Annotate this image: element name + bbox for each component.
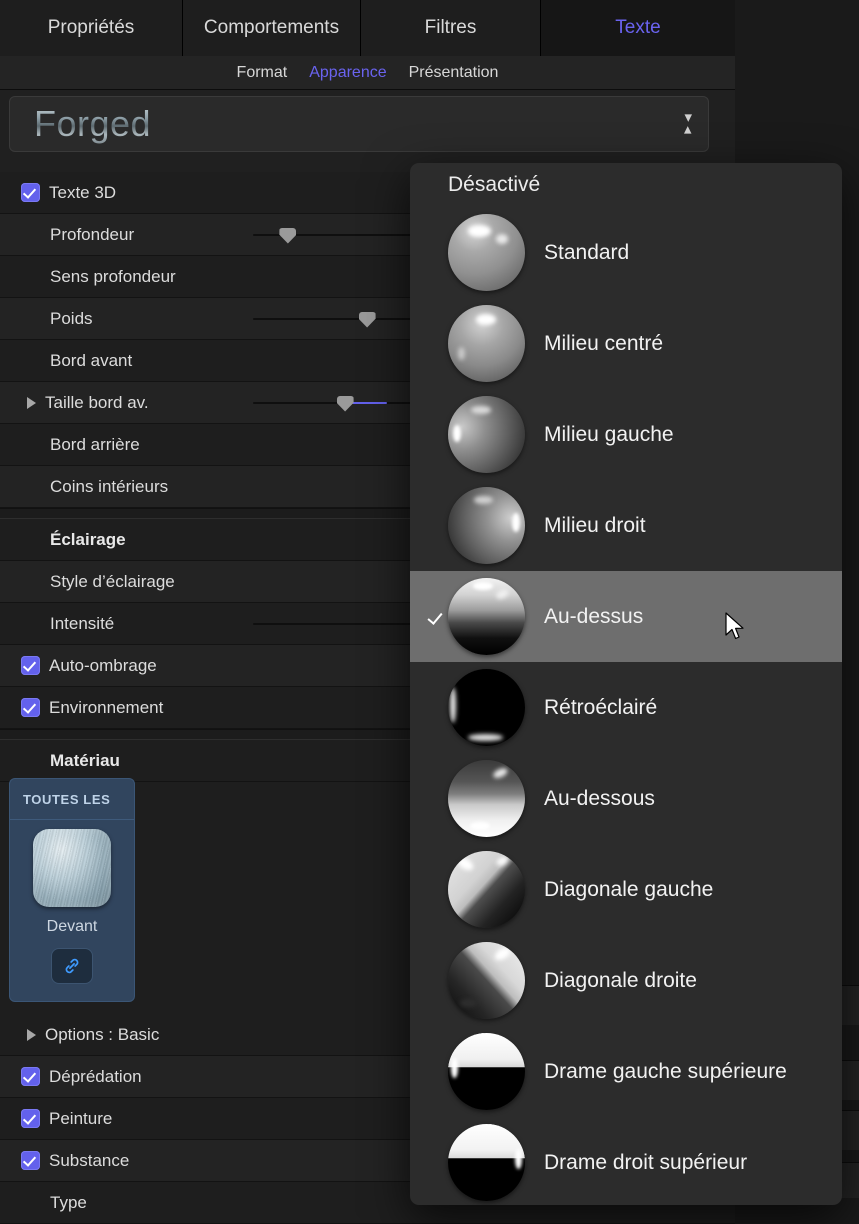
row-label: Environnement <box>49 698 163 718</box>
menu-item-milieu-gauche[interactable]: Milieu gauche <box>410 389 842 480</box>
sphere-preview-icon <box>448 851 525 928</box>
sphere-preview-icon <box>448 1124 525 1201</box>
row-label: Bord arrière <box>50 435 140 455</box>
section-title: Matériau <box>50 751 120 771</box>
material-swatch-card[interactable]: TOUTES LES Devant <box>9 778 135 1002</box>
menu-item-r-tro-clair-[interactable]: Rétroéclairé <box>410 662 842 753</box>
menu-item-au-dessus[interactable]: Au-dessus <box>410 571 842 662</box>
sphere-preview-icon <box>448 487 525 564</box>
material-swatch-label: Devant <box>10 918 134 936</box>
row-label: Poids <box>50 309 93 329</box>
material-category-label: TOUTES LES <box>10 779 134 820</box>
tab-texte[interactable]: Texte <box>541 0 735 56</box>
row-label: Style d’éclairage <box>50 572 175 592</box>
chevron-down-icon: ▾ <box>684 124 692 135</box>
sphere-preview-icon <box>448 669 525 746</box>
inspector-subtabbar: Format Apparence Présentation <box>0 56 735 90</box>
disclosure-triangle-icon[interactable] <box>27 1029 36 1041</box>
disclosure-triangle-icon[interactable] <box>27 397 36 409</box>
row-label: Taille bord av. <box>45 393 149 413</box>
popup-items: Standard Milieu centré Milieu gauche Mil… <box>410 207 842 1205</box>
subtab-format[interactable]: Format <box>237 64 288 82</box>
sphere-preview-icon <box>448 305 525 382</box>
sphere-preview-icon <box>448 396 525 473</box>
menu-item-diagonale-droite[interactable]: Diagonale droite <box>410 935 842 1026</box>
tab-label: Filtres <box>425 17 477 39</box>
row-label: Auto-ombrage <box>49 656 157 676</box>
subtab-prsentation[interactable]: Présentation <box>409 64 499 82</box>
row-label: Peinture <box>49 1109 112 1129</box>
checkbox-environnement[interactable] <box>21 698 40 717</box>
menu-item-label: Drame droit supérieur <box>544 1151 747 1175</box>
row-label: Intensité <box>50 614 114 634</box>
stepper-icon[interactable]: ▾ ▾ <box>684 113 692 135</box>
subtab-apparence[interactable]: Apparence <box>309 64 386 82</box>
link-glyph <box>62 956 82 976</box>
menu-item-milieu-centr-[interactable]: Milieu centré <box>410 298 842 389</box>
lighting-style-popup-menu[interactable]: Désactivé Standard Milieu centré Milieu … <box>410 163 842 1205</box>
row-label: Texte 3D <box>49 183 116 203</box>
tab-filtres[interactable]: Filtres <box>361 0 541 56</box>
sphere-preview-icon <box>448 1033 525 1110</box>
menu-item-label: Drame gauche supérieure <box>544 1060 787 1084</box>
tab-proprits[interactable]: Propriétés <box>0 0 183 56</box>
material-thumbnail[interactable] <box>33 829 111 907</box>
menu-item-label: Rétroéclairé <box>544 696 657 720</box>
tab-label: Texte <box>615 17 660 39</box>
checkbox-depredation[interactable] <box>21 1067 40 1086</box>
checkbox-peinture[interactable] <box>21 1109 40 1128</box>
row-label: Coins intérieurs <box>50 477 168 497</box>
checkbox-texte-3d[interactable] <box>21 183 40 202</box>
tab-comportements[interactable]: Comportements <box>183 0 361 56</box>
app-root: ⇄FGT Propriétés Comportements Filtres Te… <box>0 0 859 1218</box>
menu-item-drame-droit-sup-rieur[interactable]: Drame droit supérieur <box>410 1117 842 1205</box>
menu-item-au-dessous[interactable]: Au-dessous <box>410 753 842 844</box>
menu-item-label: Milieu centré <box>544 332 663 356</box>
row-label: Substance <box>49 1151 129 1171</box>
mouse-cursor <box>724 612 746 642</box>
row-label: Type <box>50 1193 87 1213</box>
preset-well[interactable]: Forged ▾ ▾ <box>9 96 709 152</box>
sphere-preview-icon <box>448 760 525 837</box>
section-title: Éclairage <box>50 530 126 550</box>
slider-knob[interactable] <box>279 228 296 244</box>
checkbox-auto-ombrage[interactable] <box>21 656 40 675</box>
sphere-preview-icon <box>448 578 525 655</box>
preset-name: Forged <box>34 103 151 145</box>
slider-knob[interactable] <box>337 396 354 412</box>
menu-item-label: Milieu droit <box>544 514 646 538</box>
menu-item-label: Au-dessus <box>544 605 643 629</box>
checkbox-substance[interactable] <box>21 1151 40 1170</box>
menu-item-label: Diagonale gauche <box>544 878 713 902</box>
tab-label: Comportements <box>204 17 339 39</box>
row-label: Options : Basic <box>45 1025 159 1045</box>
row-label: Sens profondeur <box>50 267 176 287</box>
row-label: Déprédation <box>49 1067 142 1087</box>
menu-item-label: Diagonale droite <box>544 969 697 993</box>
menu-item-diagonale-gauche[interactable]: Diagonale gauche <box>410 844 842 935</box>
sphere-preview-icon <box>448 214 525 291</box>
row-label: Profondeur <box>50 225 134 245</box>
menu-item-label: Au-dessous <box>544 787 655 811</box>
checkmark-icon <box>428 609 444 625</box>
row-label: Bord avant <box>50 351 132 371</box>
preset-well-wrapper: Forged ▾ ▾ <box>9 96 709 152</box>
menu-item-drame-gauche-sup-rieure[interactable]: Drame gauche supérieure <box>410 1026 842 1117</box>
menu-item-label: Standard <box>544 241 629 265</box>
menu-item-milieu-droit[interactable]: Milieu droit <box>410 480 842 571</box>
slider-knob[interactable] <box>359 312 376 328</box>
popup-title[interactable]: Désactivé <box>410 163 842 207</box>
menu-item-standard[interactable]: Standard <box>410 207 842 298</box>
menu-item-label: Milieu gauche <box>544 423 674 447</box>
tab-label: Propriétés <box>48 17 135 39</box>
sphere-preview-icon <box>448 942 525 1019</box>
slider-fill <box>352 402 387 404</box>
inspector-tabbar: Propriétés Comportements Filtres Texte <box>0 0 735 56</box>
link-icon[interactable] <box>51 948 93 984</box>
